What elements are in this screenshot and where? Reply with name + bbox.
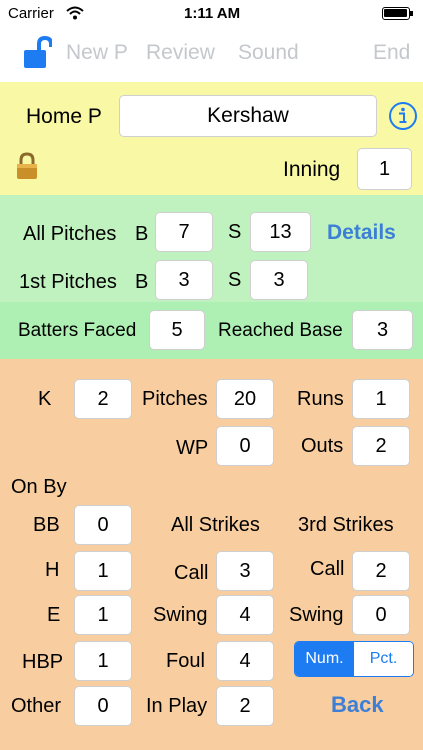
on-by-title: On By <box>11 476 67 498</box>
carrier-label: Carrier <box>8 5 54 22</box>
back-button[interactable]: Back <box>331 692 384 718</box>
k-label: K <box>38 388 52 410</box>
runs-field[interactable]: 1 <box>352 379 410 419</box>
strike-call-label: Call <box>174 562 209 584</box>
end-button[interactable]: End <box>373 41 410 65</box>
all-balls-label: B <box>135 223 149 245</box>
unlock-icon[interactable] <box>22 35 52 69</box>
in-play-label: In Play <box>146 695 208 717</box>
all-strikes-s-label: S <box>228 221 242 243</box>
pitches-count-field[interactable]: 20 <box>216 379 274 419</box>
third-swing-field[interactable]: 0 <box>352 595 410 635</box>
all-balls-field[interactable]: 7 <box>155 212 213 252</box>
batters-faced-label: Batters Faced <box>18 320 137 341</box>
inning-field[interactable]: 1 <box>357 148 412 190</box>
inning-label: Inning <box>283 158 341 181</box>
k-field[interactable]: 2 <box>74 379 132 419</box>
reached-base-label: Reached Base <box>218 320 343 341</box>
first-balls-field[interactable]: 3 <box>155 260 213 300</box>
details-button[interactable]: Details <box>327 221 396 245</box>
third-call-field[interactable]: 2 <box>352 551 410 591</box>
num-pct-toggle[interactable]: Num. Pct. <box>294 641 414 677</box>
strike-swing-field[interactable]: 4 <box>216 595 274 635</box>
wifi-icon <box>66 6 84 20</box>
all-strikes-field[interactable]: 13 <box>250 212 311 252</box>
home-pitcher-label: Home P <box>26 105 102 128</box>
first-pitches-label: 1st Pitches <box>19 271 117 293</box>
stats-section: K 2 Pitches 20 Runs 1 WP 0 Outs 2 On By … <box>0 359 423 750</box>
review-button[interactable]: Review <box>146 41 215 65</box>
new-pitcher-button[interactable]: New P <box>66 41 128 65</box>
pitcher-name-field[interactable]: Kershaw <box>119 95 377 137</box>
outs-field[interactable]: 2 <box>352 426 410 466</box>
all-strikes-title: All Strikes <box>171 514 260 536</box>
h-field[interactable]: 1 <box>74 551 132 591</box>
foul-label: Foul <box>166 650 205 672</box>
batters-section: Batters Faced 5 Reached Base 3 <box>0 302 423 359</box>
third-swing-label: Swing <box>289 604 344 626</box>
pitcher-section: Home P Kershaw Inning 1 <box>0 82 423 195</box>
toolbar: New P Review Sound End <box>0 26 423 82</box>
outs-label: Outs <box>301 435 344 457</box>
hbp-field[interactable]: 1 <box>74 641 132 681</box>
e-label: E <box>47 604 61 626</box>
in-play-field[interactable]: 2 <box>216 686 274 726</box>
sound-button[interactable]: Sound <box>238 41 299 65</box>
lock-icon[interactable] <box>15 152 39 180</box>
all-pitches-label: All Pitches <box>23 223 117 245</box>
first-strikes-field[interactable]: 3 <box>250 260 308 300</box>
third-call-label: Call <box>310 558 345 580</box>
runs-label: Runs <box>297 388 344 410</box>
e-field[interactable]: 1 <box>74 595 132 635</box>
pitches-section: All Pitches B 7 S 13 Details 1st Pitches… <box>0 195 423 302</box>
bb-label: BB <box>33 514 60 536</box>
other-field[interactable]: 0 <box>74 686 132 726</box>
h-label: H <box>45 559 60 581</box>
strike-swing-label: Swing <box>153 604 208 626</box>
battery-icon <box>382 7 413 20</box>
pitches-count-label: Pitches <box>142 388 208 410</box>
status-bar: Carrier 1:11 AM <box>0 0 423 26</box>
wp-label: WP <box>176 437 209 459</box>
strike-call-field[interactable]: 3 <box>216 551 274 591</box>
first-balls-label: B <box>135 271 149 293</box>
bb-field[interactable]: 0 <box>74 505 132 545</box>
third-strikes-title: 3rd Strikes <box>298 514 394 536</box>
foul-field[interactable]: 4 <box>216 641 274 681</box>
reached-base-field[interactable]: 3 <box>352 310 413 350</box>
clock: 1:11 AM <box>184 5 241 22</box>
wp-field[interactable]: 0 <box>216 426 274 466</box>
num-option[interactable]: Num. <box>295 642 354 676</box>
info-icon[interactable] <box>388 101 418 131</box>
first-strikes-s-label: S <box>228 269 242 291</box>
other-label: Other <box>11 695 62 717</box>
pct-option[interactable]: Pct. <box>354 642 413 676</box>
batters-faced-field[interactable]: 5 <box>149 310 205 350</box>
hbp-label: HBP <box>22 651 64 673</box>
